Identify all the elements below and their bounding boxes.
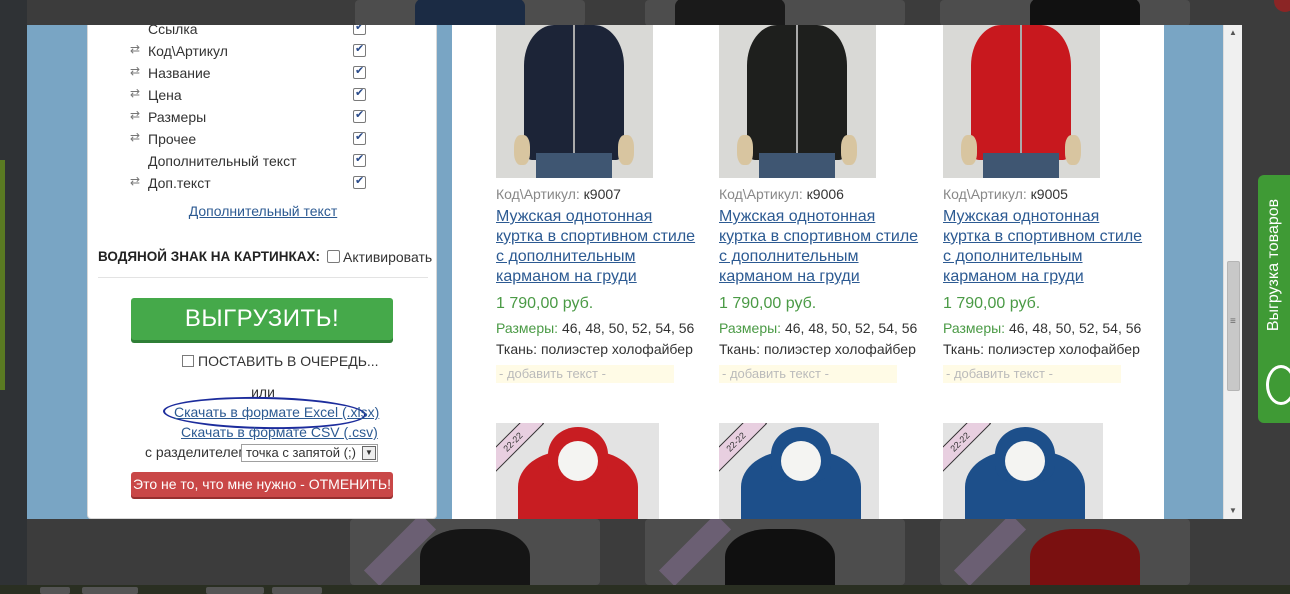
vertical-scrollbar[interactable]: ▲ ▼ [1223,25,1242,519]
background-card [350,519,600,585]
product-photo[interactable]: 22-22 [943,423,1103,519]
taskbar [0,585,1290,594]
product-photo[interactable] [496,25,653,178]
queue-checkbox[interactable] [182,355,194,367]
background-card [355,0,585,26]
export-settings-panel: Ссылка ⇄ Код\Артикул ⇄ Название ⇄ Цена ⇄ Размеры… [87,25,437,519]
separator-select-value: точка с запятой (;) [246,445,356,460]
product-price: 1 790,00 руб. [943,295,1041,312]
field-row[interactable]: ⇄ Название [130,63,370,83]
background-card [940,0,1190,26]
field-checkbox[interactable] [353,152,366,167]
field-row[interactable]: Ссылка [130,25,370,39]
product-sizes: Размеры: 46, 48, 50, 52, 54, 56 [719,320,918,336]
product-fabric: Ткань: полиэстер холофайбер [719,341,916,357]
add-text-field[interactable]: - добавить текст - [719,365,897,383]
product-article: Код\Артикул: к9007 [496,186,621,202]
field-label: Дополнительный текст [148,153,297,169]
field-row[interactable]: Дополнительный текст [130,151,370,171]
drag-handle-icon[interactable]: ⇄ [130,175,144,187]
side-tab-label: Выгрузка товаров [1265,198,1283,332]
watermark-checkbox[interactable] [327,250,340,263]
drag-handle-icon[interactable]: ⇄ [130,109,144,121]
field-label: Код\Артикул [148,43,228,59]
watermark-activate-label: Активировать [343,249,433,265]
extra-text-link[interactable]: Дополнительный текст [88,203,438,219]
field-row[interactable]: ⇄ Доп.текст [130,173,370,193]
background-badge [1274,0,1290,12]
drag-handle-icon[interactable]: ⇄ [130,43,144,55]
export-modal: Ссылка ⇄ Код\Артикул ⇄ Название ⇄ Цена ⇄ Размеры… [27,25,1242,519]
product-title-link[interactable]: Мужская однотонная куртка в спортивном с… [719,207,919,287]
export-button[interactable]: ВЫГРУЗИТЬ! [131,298,393,340]
drag-handle-icon[interactable]: ⇄ [130,131,144,143]
field-checkbox[interactable] [353,25,366,35]
background-card [940,519,1190,585]
field-label: Прочее [148,131,197,147]
product-article: Код\Артикул: к9005 [943,186,1068,202]
cloud-upload-icon [1266,365,1290,405]
field-checkbox[interactable] [353,42,366,57]
product-price: 1 790,00 руб. [496,295,594,312]
product-article: Код\Артикул: к9006 [719,186,844,202]
drag-handle-icon[interactable]: ⇄ [130,87,144,99]
product-sizes: Размеры: 46, 48, 50, 52, 54, 56 [496,320,695,336]
scroll-up-arrow-icon[interactable]: ▲ [1224,25,1242,41]
add-text-field[interactable]: - добавить текст - [943,365,1121,383]
watermark-label: ВОДЯНОЙ ЗНАК НА КАРТИНКАХ: [98,249,320,264]
field-row[interactable]: ⇄ Прочее [130,129,370,149]
field-row[interactable]: ⇄ Размеры [130,107,370,127]
separator-select[interactable]: точка с запятой (;) ▼ [241,444,378,462]
field-label: Доп.текст [148,175,211,191]
field-label: Цена [148,87,182,103]
scrollbar-thumb[interactable] [1227,261,1240,391]
drag-handle-icon[interactable]: ⇄ [130,65,144,77]
cancel-button[interactable]: Это не то, что мне нужно - ОТМЕНИТЬ! [131,472,393,497]
product-title-link[interactable]: Мужская однотонная куртка в спортивном с… [496,207,696,287]
background-card [645,0,905,26]
field-checkbox[interactable] [353,86,366,101]
product-price: 1 790,00 руб. [719,295,817,312]
export-side-tab[interactable]: Выгрузка товаров [1258,175,1290,423]
product-photo[interactable] [943,25,1100,178]
field-label: Размеры [148,109,207,125]
product-sizes: Размеры: 46, 48, 50, 52, 54, 56 [943,320,1142,336]
separator-label: с разделителем [145,444,249,460]
field-row[interactable]: ⇄ Цена [130,85,370,105]
field-checkbox[interactable] [353,108,366,123]
product-photo[interactable]: 22-22 [719,423,879,519]
background-card [645,519,905,585]
product-photo[interactable]: 22-22 [496,423,659,519]
field-row[interactable]: ⇄ Код\Артикул [130,41,370,61]
field-label: Название [148,65,211,81]
field-label: Ссылка [148,25,198,37]
field-checkbox[interactable] [353,174,366,189]
field-checkbox[interactable] [353,130,366,145]
product-fabric: Ткань: полиэстер холофайбер [496,341,693,357]
divider [98,277,428,278]
product-preview-panel: Код\Артикул: к9007 Мужская однотонная ку… [452,25,1164,519]
background-left-strip [0,0,27,594]
product-fabric: Ткань: полиэстер холофайбер [943,341,1140,357]
field-checkbox[interactable] [353,64,366,79]
queue-label: ПОСТАВИТЬ В ОЧЕРЕДЬ... [198,353,379,369]
product-photo[interactable] [719,25,876,178]
chevron-down-icon[interactable]: ▼ [362,446,376,460]
add-text-field[interactable]: - добавить текст - [496,365,674,383]
product-title-link[interactable]: Мужская однотонная куртка в спортивном с… [943,207,1143,287]
download-xlsx-link[interactable]: Скачать в формате Excel (.xlsx) [174,404,379,420]
download-csv-link[interactable]: Скачать в формате CSV (.csv) [181,424,378,440]
scroll-down-arrow-icon[interactable]: ▼ [1224,503,1242,519]
